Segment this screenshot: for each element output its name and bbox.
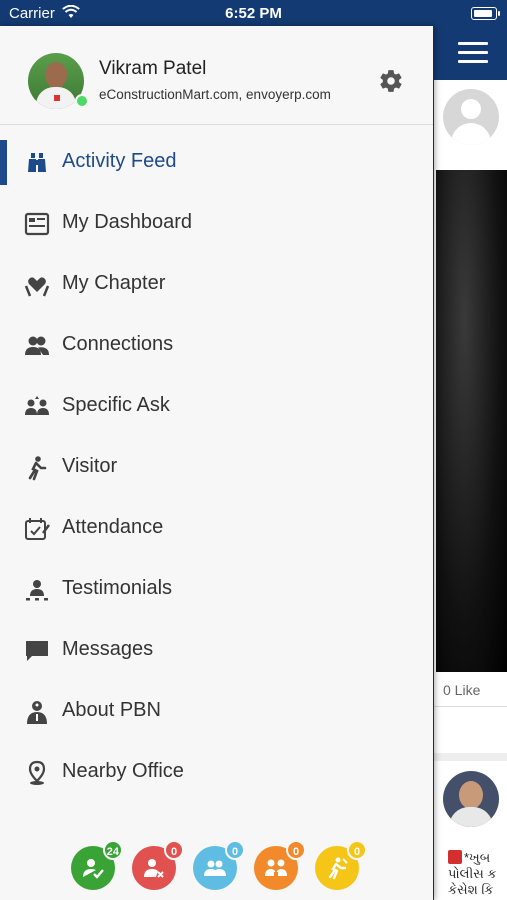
sidebar-item-label: Nearby Office (62, 760, 184, 782)
about-icon (24, 699, 50, 725)
sidebar-item-label: Attendance (62, 516, 164, 538)
divider (434, 706, 507, 707)
badge-count: 0 (286, 840, 306, 860)
sidebar-item-label: Specific Ask (62, 394, 170, 416)
badge-count: 0 (164, 840, 184, 860)
sidebar-item-messages[interactable]: Messages (0, 620, 433, 681)
post-author-avatar[interactable] (443, 89, 499, 145)
post-snippet-line-3: કેસેશ કિ (448, 882, 494, 897)
sidebar-item-connections[interactable]: Connections (0, 315, 433, 376)
binoculars-icon (24, 150, 50, 176)
online-status-indicator (75, 94, 89, 108)
badge-count: 0 (225, 840, 245, 860)
profile-name: Vikram Patel (99, 58, 207, 79)
post-image[interactable] (436, 170, 507, 672)
post-author-avatar[interactable] (443, 771, 499, 827)
sidebar-item-label: Activity Feed (62, 150, 177, 172)
sidebar-item-label: Visitor (62, 455, 118, 477)
battery-fill (474, 10, 492, 17)
badge-count: 24 (102, 840, 123, 860)
messages-icon (24, 638, 50, 664)
location-pin-icon (24, 760, 50, 786)
menu-hamburger-icon[interactable] (458, 42, 488, 69)
post-snippet-line-1: *ખુબ (464, 850, 491, 865)
status-time: 6:52 PM (225, 5, 282, 22)
post-gap (434, 753, 507, 761)
sidebar-item-label: Testimonials (62, 577, 173, 599)
active-indicator (0, 140, 7, 185)
like-count[interactable]: 0 Like (443, 682, 480, 698)
specific-ask-icon (24, 394, 50, 420)
navigation-drawer: Vikram Patel eConstructionMart.com, envo… (0, 26, 433, 900)
post-snippet-line-2: પોલીસ ક (448, 866, 497, 881)
chapter-icon (24, 272, 50, 298)
sidebar-item-nearby-office[interactable]: Nearby Office (0, 742, 433, 803)
sidebar-item-label: Messages (62, 638, 154, 660)
gear-icon[interactable] (378, 68, 404, 94)
quick-action-check-user-button[interactable]: 24 (71, 840, 123, 890)
drawer-menu: Activity Feed My Dashboard My Chapter Conne… (0, 132, 433, 803)
sidebar-item-about-pbn[interactable]: About PBN (0, 681, 433, 742)
quick-action-user-remove-button[interactable]: 0 (132, 840, 184, 890)
quick-action-users-group-button[interactable]: 0 (193, 840, 245, 890)
quick-action-referral-button[interactable]: 0 (254, 840, 306, 890)
sidebar-item-my-dashboard[interactable]: My Dashboard (0, 193, 433, 254)
sidebar-item-visitor[interactable]: Visitor (0, 437, 433, 498)
sidebar-item-label: My Dashboard (62, 211, 193, 233)
status-bar: Carrier 6:52 PM (0, 0, 507, 26)
quick-action-badges: 24 0 0 0 0 (0, 840, 433, 894)
sidebar-item-my-chapter[interactable]: My Chapter (0, 254, 433, 315)
dashboard-icon (24, 211, 50, 237)
badge-count: 0 (347, 840, 367, 860)
sidebar-item-label: About PBN (62, 699, 161, 721)
quick-action-visitor-walk-button[interactable]: 0 (315, 840, 367, 890)
connections-icon (24, 333, 50, 359)
activity-feed-background: 0 Like *ખુબ પોલીસ ક કેસેશ કિ (434, 26, 507, 900)
badge-red-icon (448, 850, 462, 864)
profile-header[interactable]: Vikram Patel eConstructionMart.com, envo… (0, 26, 433, 125)
post-snippet[interactable]: *ખુબ પોલીસ ક કેસેશ કિ (448, 850, 507, 898)
sidebar-item-testimonials[interactable]: Testimonials (0, 559, 433, 620)
testimonials-icon (24, 577, 50, 603)
battery-icon (471, 7, 500, 20)
visitor-icon (24, 455, 50, 481)
sidebar-item-specific-ask[interactable]: Specific Ask (0, 376, 433, 437)
profile-company: eConstructionMart.com, envoyerp.com (99, 87, 331, 102)
app-header (434, 26, 507, 80)
sidebar-item-attendance[interactable]: Attendance (0, 498, 433, 559)
sidebar-item-label: My Chapter (62, 272, 166, 294)
sidebar-item-label: Connections (62, 333, 174, 355)
sidebar-item-activity-feed[interactable]: Activity Feed (0, 132, 433, 193)
attendance-icon (24, 516, 50, 542)
